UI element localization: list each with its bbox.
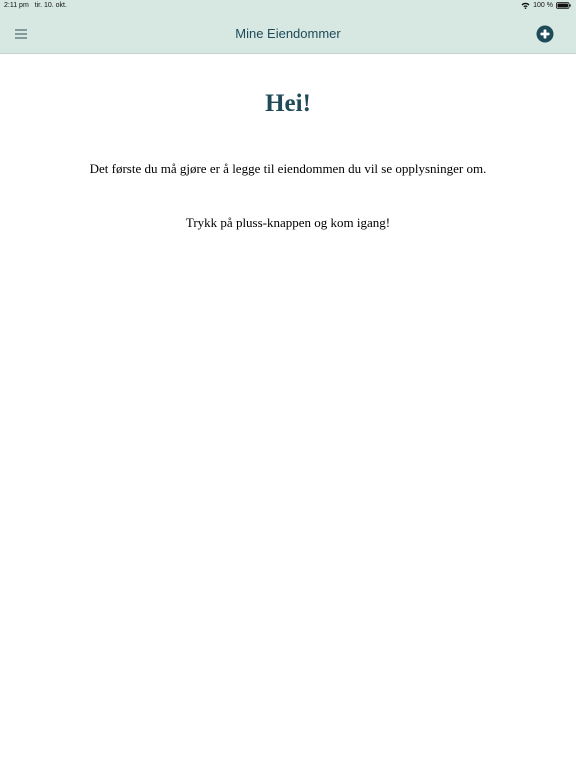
battery-full-icon — [556, 2, 571, 9]
page-title: Mine Eiendommer — [235, 26, 341, 41]
navigation-header: 2:11 pm tir. 10. okt. 100 % Mine Eiendom… — [0, 0, 576, 54]
hamburger-menu-icon[interactable] — [12, 26, 30, 42]
status-time: 2:11 pm — [4, 2, 29, 9]
status-date: tir. 10. okt. — [34, 2, 67, 9]
plus-circle-icon[interactable] — [536, 25, 554, 43]
status-time-date: 2:11 pm tir. 10. okt. — [4, 2, 67, 9]
status-bar: 2:11 pm tir. 10. okt. 100 % — [0, 0, 576, 12]
call-to-action-text: Trykk på pluss-knappen og kom igang! — [185, 215, 391, 230]
battery-percent: 100 % — [533, 2, 553, 9]
greeting-heading: Hei! — [265, 90, 311, 117]
intro-text: Det første du må gjøre er å legge til ei… — [89, 161, 487, 176]
app-screen: 2:11 pm tir. 10. okt. 100 % Mine Eiendom… — [0, 0, 576, 768]
status-indicators: 100 % — [521, 2, 571, 9]
wifi-icon — [521, 2, 530, 9]
